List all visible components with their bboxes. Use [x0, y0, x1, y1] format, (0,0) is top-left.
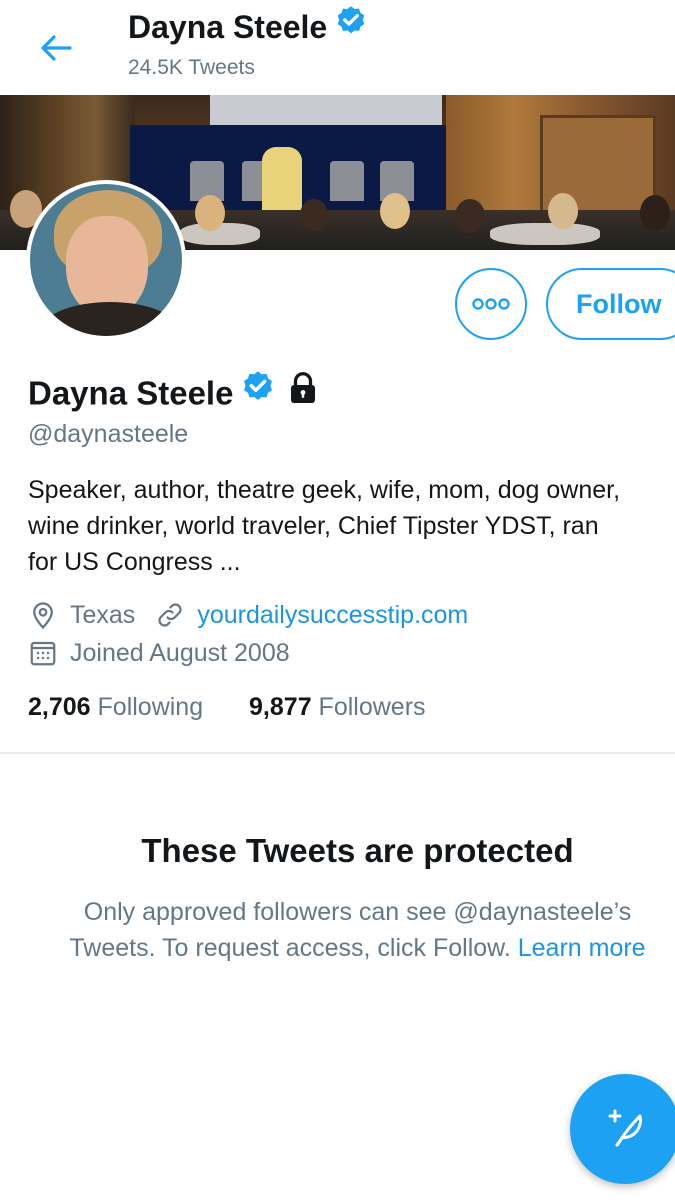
- verified-badge-icon: [239, 369, 277, 417]
- protected-title: These Tweets are protected: [141, 832, 574, 869]
- profile-joined: Joined August 2008: [70, 639, 290, 667]
- profile-avatar[interactable]: [26, 180, 186, 340]
- tweet-count: 24.5K Tweets: [128, 56, 255, 79]
- follow-stats: 2,706 Following 9,877 Followers: [28, 690, 426, 724]
- location-pin-icon: [33, 602, 53, 630]
- profile-meta-location-website: Texas yourdailysuccesstip.com: [28, 598, 468, 632]
- following-stat[interactable]: 2,706 Following: [28, 690, 203, 724]
- profile-handle: @daynasteele: [28, 420, 189, 448]
- bio-line: for US Congress ...: [28, 548, 241, 576]
- more-options-button[interactable]: [455, 268, 527, 340]
- lock-icon: [285, 370, 321, 416]
- protected-message: Only approved followers can see @daynast…: [0, 894, 675, 966]
- bio-line: wine drinker, world traveler, Chief Tips…: [28, 512, 599, 540]
- learn-more-link[interactable]: Learn more: [518, 934, 646, 962]
- profile-name-row: Dayna Steele: [28, 369, 321, 420]
- profile-name: Dayna Steele: [28, 374, 234, 412]
- section-divider: [0, 752, 675, 754]
- calendar-icon: [30, 641, 56, 666]
- followers-label: Followers: [318, 693, 426, 721]
- profile-website-link[interactable]: yourdailysuccesstip.com: [197, 598, 468, 632]
- header-name: Dayna Steele: [128, 9, 328, 45]
- follow-button[interactable]: Follow: [546, 268, 675, 340]
- verified-badge-icon: [333, 4, 369, 49]
- arrow-left-icon: [41, 35, 72, 61]
- profile-location: Texas: [70, 601, 136, 629]
- more-dots-icon: [472, 298, 510, 310]
- protected-message-line-2: Tweets. To request access, click Follow.…: [69, 934, 646, 962]
- profile-header: Dayna Steele 24.5K Tweets: [0, 0, 675, 95]
- protected-message-line: Only approved followers can see @daynast…: [83, 898, 632, 926]
- followers-count: 9,877: [249, 693, 312, 721]
- profile-meta-joined: Joined August 2008: [28, 636, 290, 670]
- link-icon: [158, 603, 182, 627]
- compose-tweet-button[interactable]: [570, 1074, 675, 1184]
- following-label: Following: [97, 693, 204, 721]
- profile-bio: Speaker, author, theatre geek, wife, mom…: [28, 472, 675, 580]
- bio-line: Speaker, author, theatre geek, wife, mom…: [28, 476, 621, 504]
- following-count: 2,706: [28, 693, 91, 721]
- followers-stat[interactable]: 9,877 Followers: [249, 690, 426, 724]
- header-title: Dayna Steele: [128, 4, 369, 52]
- compose-tweet-icon: [608, 1109, 642, 1147]
- back-button[interactable]: [36, 28, 76, 68]
